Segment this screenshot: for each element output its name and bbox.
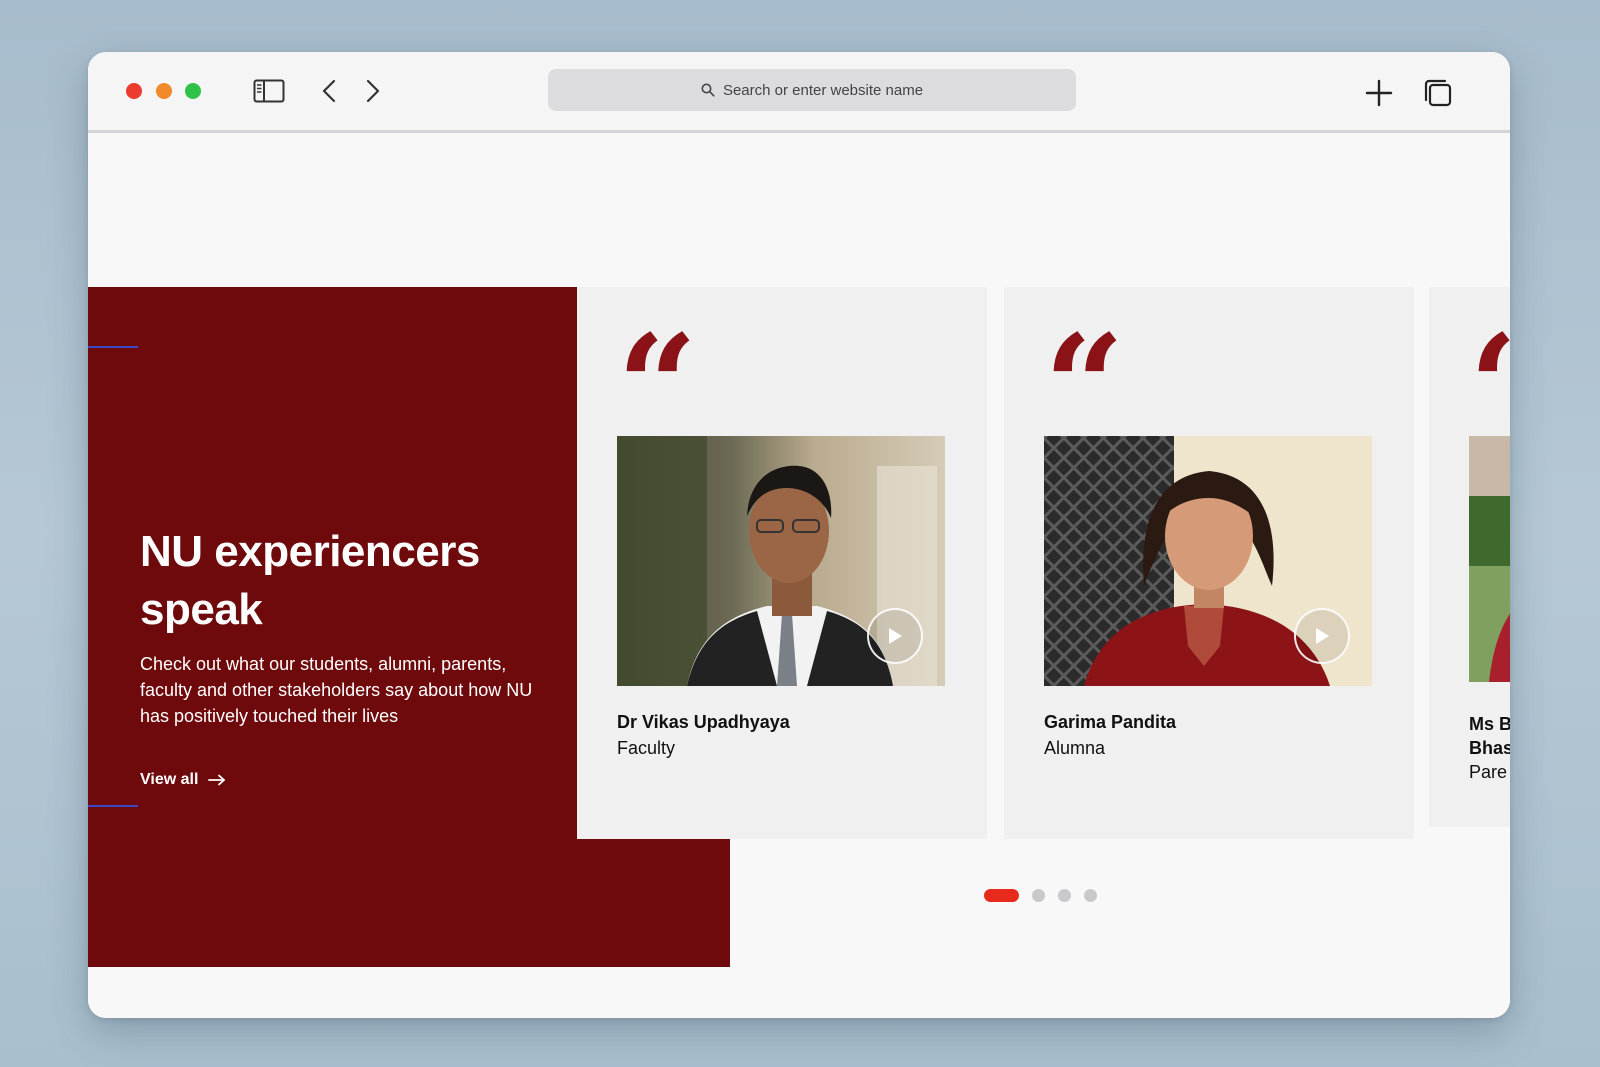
- back-icon: [322, 79, 336, 103]
- testimonial-name-line1: Ms B: [1469, 714, 1510, 734]
- carousel-pagination: [984, 889, 1097, 902]
- carousel-page-4[interactable]: [1084, 889, 1097, 902]
- testimonial-name: Garima Pandita: [1044, 712, 1177, 732]
- play-icon: [889, 628, 902, 644]
- testimonial-card[interactable]: “: [1004, 287, 1414, 839]
- carousel-page-2[interactable]: [1032, 889, 1045, 902]
- browser-toolbar: Search or enter website name: [88, 52, 1510, 133]
- testimonial-name-line2: Bhas: [1469, 738, 1510, 758]
- minimize-window-button[interactable]: [156, 83, 172, 99]
- testimonial-role: Pare: [1469, 762, 1508, 782]
- quote-icon: “: [1044, 317, 1119, 407]
- testimonial-video-thumbnail[interactable]: [1469, 436, 1510, 682]
- testimonial-name: Ms B Bhas: [1469, 712, 1510, 760]
- hero-title: NU experiencers speak: [140, 527, 480, 634]
- hero-accent-line-bottom: [88, 805, 138, 807]
- page-content: NU experiencers speak Check out what our…: [88, 133, 1510, 1018]
- quote-icon: “: [617, 317, 692, 407]
- tabs-icon: [1424, 79, 1452, 107]
- back-button[interactable]: [316, 76, 342, 106]
- arrow-right-icon: [208, 774, 226, 786]
- plus-icon: [1365, 79, 1393, 107]
- quote-icon: “: [1469, 317, 1510, 407]
- testimonial-card[interactable]: “ Ms B Bhas Pare: [1429, 287, 1510, 827]
- tab-overview-button[interactable]: [1421, 76, 1455, 110]
- browser-window: Search or enter website name NU experien…: [88, 52, 1510, 1018]
- play-button[interactable]: [867, 608, 923, 664]
- new-tab-button[interactable]: [1362, 76, 1396, 110]
- forward-button[interactable]: [360, 76, 386, 106]
- testimonial-card[interactable]: “: [577, 287, 987, 839]
- forward-icon: [366, 79, 380, 103]
- testimonial-name: Dr Vikas Upadhyaya: [617, 712, 790, 732]
- testimonial-video-thumbnail[interactable]: [1044, 436, 1372, 686]
- search-icon: [701, 83, 715, 97]
- address-bar[interactable]: Search or enter website name: [548, 69, 1076, 111]
- zoom-window-button[interactable]: [185, 83, 201, 99]
- carousel-page-3[interactable]: [1058, 889, 1071, 902]
- address-placeholder: Search or enter website name: [722, 81, 924, 99]
- parent-photo: [1469, 436, 1510, 682]
- close-window-button[interactable]: [126, 83, 142, 99]
- view-all-link[interactable]: View all: [140, 771, 226, 789]
- hero-description: Check out what our students, alumni, par…: [140, 654, 533, 726]
- view-all-label: View all: [140, 771, 199, 788]
- hero-accent-line-top: [88, 346, 138, 348]
- sidebar-toggle-button[interactable]: [252, 76, 286, 106]
- play-button[interactable]: [1294, 608, 1350, 664]
- carousel-page-1[interactable]: [984, 889, 1019, 902]
- testimonial-role: Faculty: [617, 738, 676, 758]
- testimonial-video-thumbnail[interactable]: [617, 436, 945, 686]
- sidebar-icon: [253, 79, 285, 103]
- play-icon: [1316, 628, 1329, 644]
- testimonial-role: Alumna: [1044, 738, 1106, 758]
